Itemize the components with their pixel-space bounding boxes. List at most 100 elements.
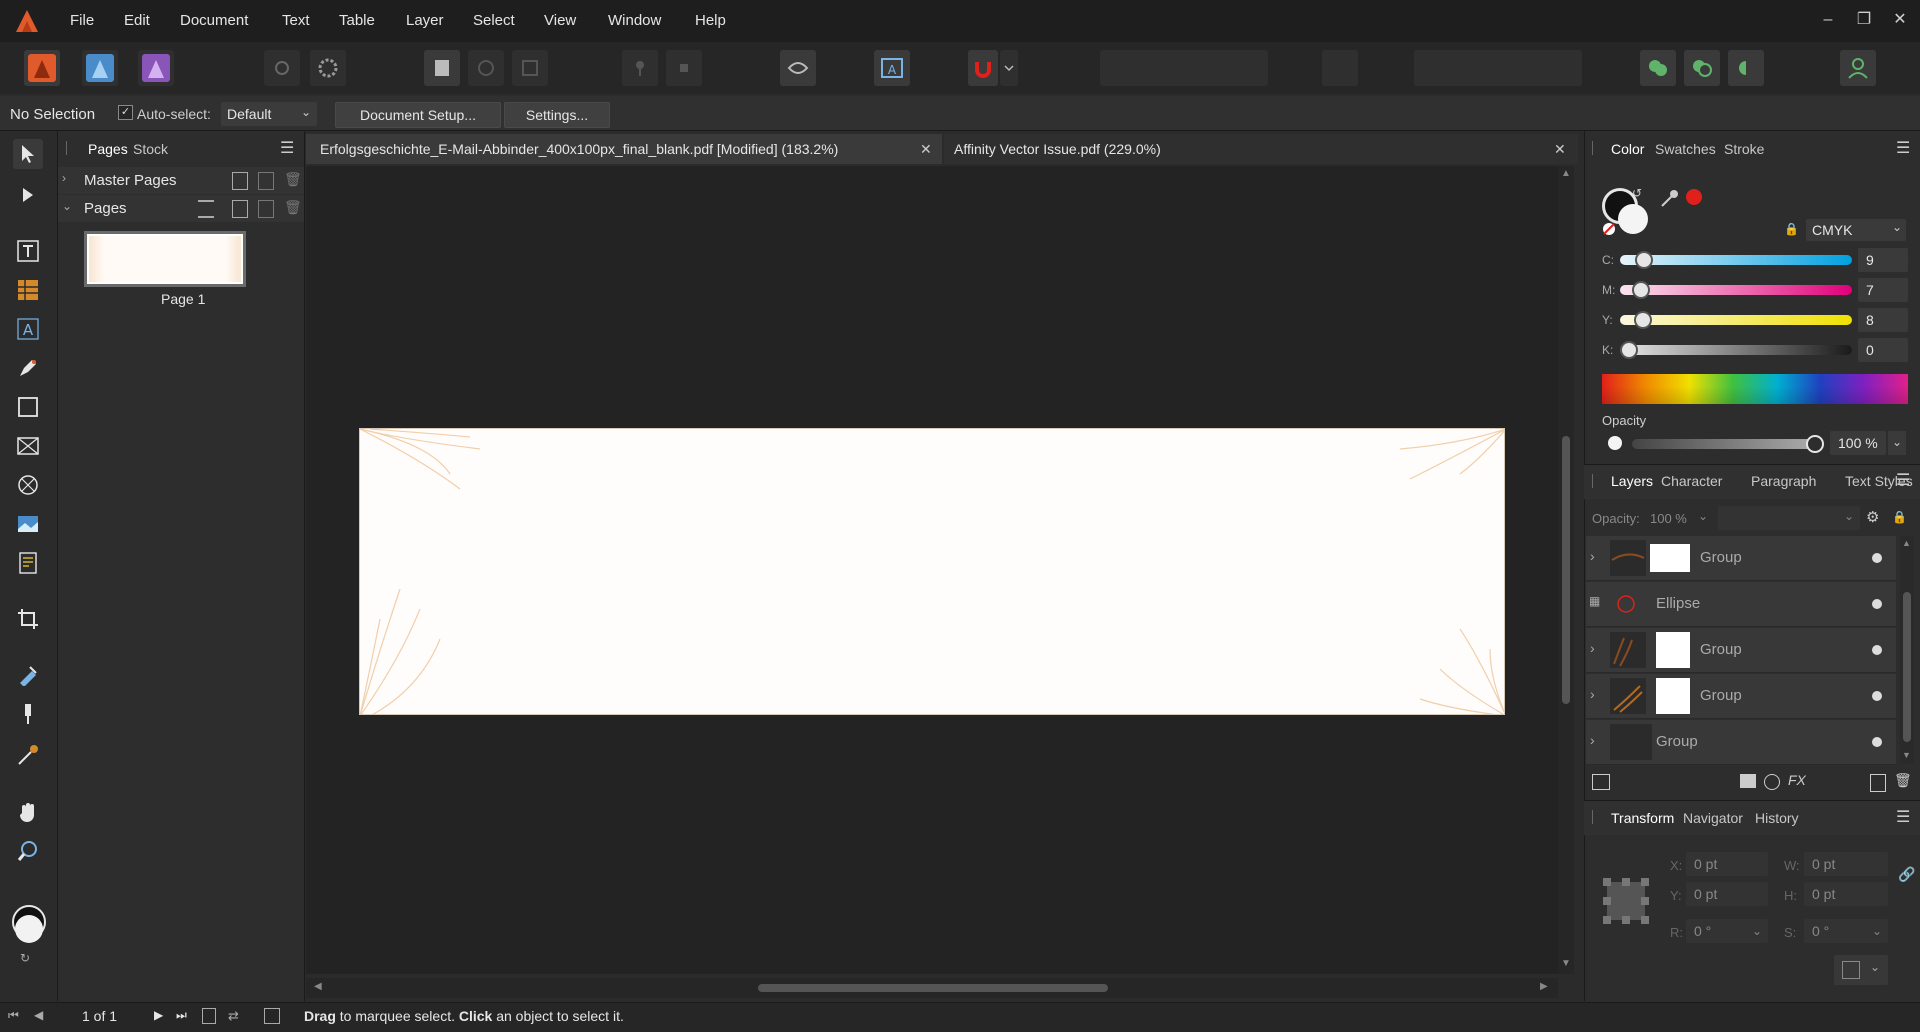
duplicate-master-icon[interactable] bbox=[258, 172, 274, 190]
color-picker-tool-icon[interactable] bbox=[13, 740, 43, 770]
settings-button[interactable]: Settings... bbox=[504, 102, 610, 128]
y-field[interactable]: 0 pt bbox=[1686, 882, 1768, 906]
text-frame-icon[interactable]: A bbox=[874, 50, 910, 86]
cyan-value[interactable]: 9 bbox=[1858, 248, 1908, 272]
auto-select-dropdown[interactable]: Default ⌄ bbox=[221, 102, 317, 126]
view-mode-icon[interactable] bbox=[424, 50, 460, 86]
tab-navigator[interactable]: Navigator bbox=[1683, 810, 1743, 826]
swap-colors-icon[interactable]: ↻ bbox=[20, 951, 30, 965]
toggle-ui-icon[interactable] bbox=[264, 50, 300, 86]
next-page-icon[interactable]: ▶ bbox=[154, 1008, 163, 1022]
fill-tool-icon[interactable] bbox=[13, 660, 43, 690]
delete-master-icon[interactable]: 🗑 bbox=[284, 171, 302, 188]
frame-text-tool-icon[interactable] bbox=[13, 236, 43, 266]
page-thumbnail[interactable] bbox=[84, 231, 246, 287]
chevron-right-icon[interactable]: › bbox=[1590, 640, 1595, 656]
visibility-dot-icon[interactable] bbox=[1872, 737, 1882, 747]
opacity-slider-knob[interactable] bbox=[1806, 435, 1824, 453]
chevron-right-icon[interactable]: › bbox=[1590, 548, 1595, 564]
tab-paragraph[interactable]: Paragraph bbox=[1751, 473, 1816, 489]
chevron-right-icon[interactable]: › bbox=[1590, 732, 1595, 748]
scroll-up-icon[interactable]: ▲ bbox=[1902, 538, 1911, 548]
first-page-icon[interactable]: ⏮ bbox=[8, 1008, 19, 1023]
layer-opacity-dropdown[interactable]: 100 % ⌄ bbox=[1648, 506, 1710, 530]
page-layout-icon[interactable] bbox=[198, 200, 214, 218]
menu-document[interactable]: Document bbox=[180, 12, 248, 29]
zoom-tool-icon[interactable] bbox=[13, 836, 43, 866]
panel-menu-icon[interactable]: ☰ bbox=[1896, 138, 1910, 158]
boolean-intersect-icon[interactable] bbox=[1728, 50, 1764, 86]
delete-page-icon[interactable]: 🗑 bbox=[284, 199, 302, 216]
menu-select[interactable]: Select bbox=[473, 12, 515, 29]
layers-scroll-thumb[interactable] bbox=[1903, 592, 1911, 742]
swap-colors-icon[interactable]: ↺ bbox=[1632, 186, 1642, 200]
last-page-icon[interactable]: ⏭ bbox=[176, 1008, 187, 1023]
opacity-dropdown-chevron-icon[interactable]: ⌄ bbox=[1888, 431, 1906, 455]
designer-persona-icon[interactable] bbox=[82, 50, 118, 86]
horizontal-scrollbar[interactable]: ◀ ▶ bbox=[306, 978, 1558, 998]
horizontal-scroll-thumb[interactable] bbox=[758, 984, 1108, 992]
scroll-up-icon[interactable]: ▲ bbox=[1561, 168, 1571, 179]
pages-section[interactable]: ⌄ Pages 🗑 bbox=[58, 195, 304, 222]
tab-stroke[interactable]: Stroke bbox=[1724, 141, 1764, 157]
panel-grip-icon[interactable] bbox=[66, 141, 70, 155]
panel-grip-icon[interactable] bbox=[1592, 810, 1593, 824]
black-value[interactable]: 0 bbox=[1858, 338, 1908, 362]
pen-tool-icon[interactable] bbox=[13, 353, 43, 383]
visibility-dot-icon[interactable] bbox=[1872, 645, 1882, 655]
delete-layer-icon[interactable]: 🗑 bbox=[1894, 772, 1912, 789]
tab-color[interactable]: Color bbox=[1611, 141, 1644, 157]
w-field[interactable]: 0 pt bbox=[1804, 852, 1888, 876]
move-tool-icon[interactable] bbox=[13, 139, 43, 169]
visibility-dot-icon[interactable] bbox=[1872, 691, 1882, 701]
user-account-icon[interactable] bbox=[1840, 50, 1876, 86]
anchor-point-selector-icon[interactable] bbox=[1603, 878, 1649, 924]
panel-grip-icon[interactable] bbox=[1592, 474, 1593, 488]
link-ratio-icon[interactable]: 🔗 bbox=[1898, 866, 1915, 883]
scroll-down-icon[interactable]: ▼ bbox=[1902, 750, 1911, 760]
spread-view-icon[interactable]: ⇄ bbox=[228, 1008, 239, 1024]
menu-edit[interactable]: Edit bbox=[124, 12, 150, 29]
doc-tab-active[interactable]: Erfolgsgeschichte_E-Mail-Abbinder_400x10… bbox=[306, 134, 942, 164]
h-field[interactable]: 0 pt bbox=[1804, 882, 1888, 906]
menu-text[interactable]: Text bbox=[282, 12, 310, 29]
adjustment-layer-icon[interactable] bbox=[1764, 774, 1780, 790]
tab-character[interactable]: Character bbox=[1661, 473, 1722, 489]
scroll-right-icon[interactable]: ▶ bbox=[1540, 981, 1548, 992]
color-model-dropdown[interactable]: CMYK ⌄ bbox=[1806, 219, 1906, 241]
menu-table[interactable]: Table bbox=[339, 12, 375, 29]
chevron-right-icon[interactable]: › bbox=[1590, 686, 1595, 702]
duplicate-page-icon[interactable] bbox=[258, 200, 274, 218]
fx-icon[interactable]: FX bbox=[1788, 772, 1806, 788]
opacity-slider[interactable] bbox=[1632, 439, 1812, 449]
preflight-icon[interactable] bbox=[780, 50, 816, 86]
transform-origin-dropdown[interactable]: ⌄ bbox=[1834, 955, 1888, 985]
add-master-icon[interactable] bbox=[232, 172, 248, 190]
align-icon[interactable] bbox=[1322, 50, 1358, 86]
pin-icon[interactable] bbox=[622, 50, 658, 86]
auto-select-checkbox[interactable]: ✓ bbox=[118, 105, 133, 120]
transparency-tool-icon[interactable] bbox=[13, 699, 43, 729]
color-spectrum[interactable] bbox=[1602, 374, 1908, 404]
lock-icon[interactable]: 🔒 bbox=[1892, 510, 1907, 524]
crop-tool-icon[interactable] bbox=[13, 604, 43, 634]
close-tab-icon[interactable]: ✕ bbox=[920, 134, 932, 164]
magenta-slider-knob[interactable] bbox=[1632, 281, 1650, 299]
view-hand-tool-icon[interactable] bbox=[13, 797, 43, 827]
no-color-icon[interactable] bbox=[1602, 222, 1616, 236]
cyan-slider[interactable] bbox=[1620, 255, 1852, 265]
layer-row[interactable]: › Group bbox=[1586, 536, 1896, 581]
yellow-value[interactable]: 8 bbox=[1858, 308, 1908, 332]
fill-stroke-selector[interactable]: ↺ bbox=[1602, 186, 1654, 240]
menu-file[interactable]: File bbox=[70, 12, 94, 29]
boolean-subtract-icon[interactable] bbox=[1684, 50, 1720, 86]
snapping-options-chevron-icon[interactable] bbox=[1000, 50, 1018, 86]
text-style-tool-icon[interactable] bbox=[13, 548, 43, 578]
doc-tab-2[interactable]: Affinity Vector Issue.pdf (229.0%) ✕ bbox=[944, 134, 1578, 164]
shear-field[interactable]: 0 ° ⌄ bbox=[1804, 919, 1888, 943]
blend-mode-dropdown[interactable]: ⌄ bbox=[1718, 506, 1860, 530]
page-view-icon[interactable] bbox=[202, 1008, 216, 1024]
restore-icon[interactable]: ❐ bbox=[1852, 8, 1876, 32]
add-layer-icon[interactable] bbox=[1870, 774, 1886, 792]
menu-help[interactable]: Help bbox=[695, 12, 726, 29]
